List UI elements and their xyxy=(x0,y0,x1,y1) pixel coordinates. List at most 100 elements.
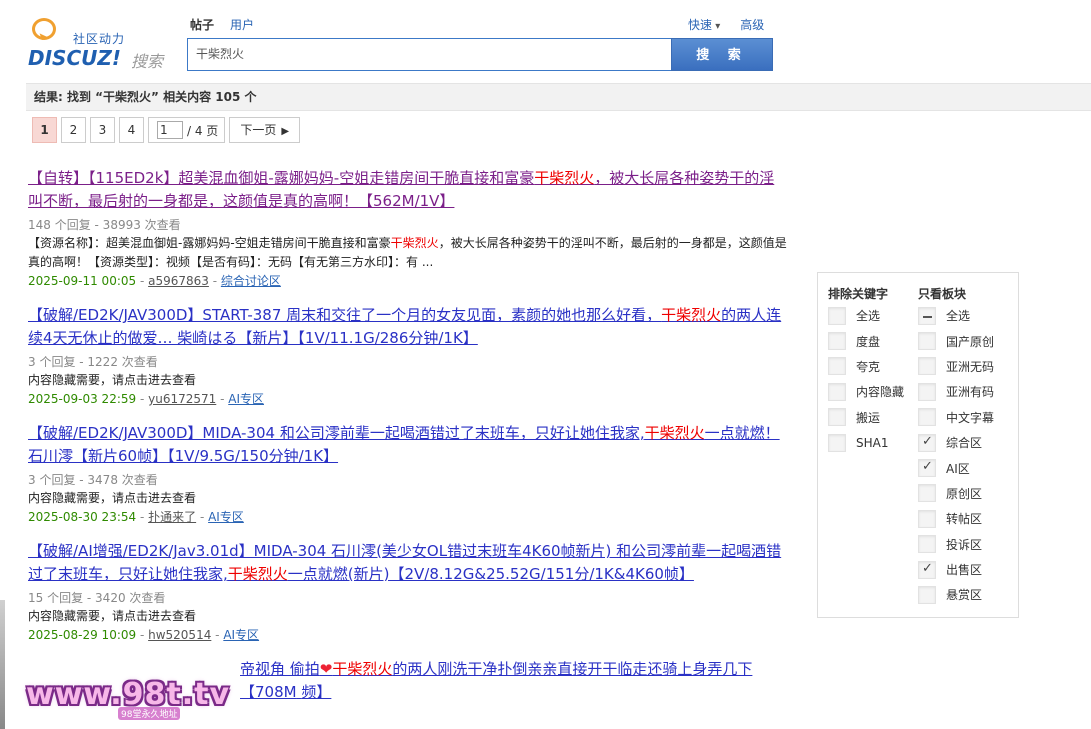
checkbox[interactable] xyxy=(828,357,846,376)
search-options: 快速 高级 xyxy=(688,16,764,33)
tab-users[interactable]: 用户 xyxy=(230,16,254,33)
title-highlight: 干柴烈火 xyxy=(534,169,595,187)
desc-text: 【资源名称】：超美混血御姐-露娜妈妈-空姐走错房间干脆直接和富豪 xyxy=(28,236,391,250)
checkbox[interactable] xyxy=(918,332,936,351)
forum-option[interactable]: 全选 xyxy=(918,303,994,328)
tab-posts[interactable]: 帖子 xyxy=(190,16,214,33)
forum-option[interactable]: AI区 xyxy=(918,455,994,480)
result-title[interactable]: 【破解/ED2K/JAV300D】MIDA-304 和公司澪前辈一起喝酒错过了末… xyxy=(28,422,788,468)
checkbox[interactable] xyxy=(918,408,936,427)
option-label: 度盘 xyxy=(856,334,881,349)
only-forums-column: 只看板块 全选国产原创亚洲无码亚洲有码中文字幕综合区 AI区原创区转帖区投诉区出售… xyxy=(918,285,994,608)
author-link[interactable]: a5967863 xyxy=(148,274,209,288)
option-label: 全选 xyxy=(946,309,971,324)
site-logo[interactable]: 社区动力 DISCUZ! 搜索 xyxy=(28,14,178,71)
result-title[interactable]: 【破解/AI增强/ED2K/Jav3.01d】MIDA-304 石川澪(美少女O… xyxy=(28,540,788,586)
option-label: 原创区 xyxy=(946,486,983,501)
checkbox[interactable] xyxy=(828,306,846,325)
result-title[interactable]: 【自转】【115ED2k】超美混血御姐-露娜妈妈-空姐走错房间干脆直接和富豪干柴… xyxy=(28,167,788,213)
page-1-button[interactable]: 1 xyxy=(32,117,57,143)
result-description: 【资源名称】：超美混血御姐-露娜妈妈-空姐走错房间干脆直接和富豪干柴烈火，被大长… xyxy=(28,234,788,272)
title-highlight: 干柴烈火 xyxy=(332,660,393,678)
option-label: 转帖区 xyxy=(946,512,983,527)
option-label: 内容隐藏 xyxy=(856,385,905,400)
page-2-button[interactable]: 2 xyxy=(61,117,86,143)
heart-icon: ❤ xyxy=(319,660,333,678)
checkbox[interactable] xyxy=(828,433,846,452)
exclude-keywords-column: 排除关键字 全选度盘夸克内容隐藏搬运 SHA1 xyxy=(828,285,904,455)
checkbox[interactable] xyxy=(828,408,846,427)
quick-search-dropdown[interactable]: 快速 xyxy=(688,16,720,33)
forum-link[interactable]: 综合讨论区 xyxy=(221,274,281,288)
result-description: 内容隐藏需要，请点击进去查看 xyxy=(28,373,197,387)
checkbox[interactable] xyxy=(918,306,936,325)
page-4-button[interactable]: 4 xyxy=(119,117,144,143)
advanced-search-link[interactable]: 高级 xyxy=(740,16,764,33)
forum-option[interactable]: 原创区 xyxy=(918,481,994,506)
checkbox[interactable] xyxy=(918,585,936,604)
option-label: 亚洲无码 xyxy=(946,359,995,374)
option-label: SHA1 xyxy=(856,435,889,450)
forum-option[interactable]: 投诉区 xyxy=(918,532,994,557)
option-label: 出售区 xyxy=(946,563,983,578)
author-link[interactable]: yu6172571 xyxy=(148,392,216,406)
forum-option[interactable]: 综合区 xyxy=(918,430,994,455)
exclude-option[interactable]: 度盘 xyxy=(828,328,904,353)
option-label: 中文字幕 xyxy=(946,410,995,425)
page-jump-input[interactable]: 1 xyxy=(157,121,183,139)
checkbox[interactable] xyxy=(918,382,936,401)
forum-option[interactable]: 转帖区 xyxy=(918,506,994,531)
title-highlight: 干柴烈火 xyxy=(661,306,722,324)
page-3-button[interactable]: 3 xyxy=(90,117,115,143)
title-text: 频】 xyxy=(301,683,332,701)
page-total: / 4 页 xyxy=(187,123,219,138)
result-title[interactable]: 帝视角 偷拍❤干柴烈火的两人刚洗干净扑倒亲亲直接开干临走还骑上身弄几下【708M… xyxy=(240,658,788,704)
forum-option[interactable]: 悬赏区 xyxy=(918,582,994,607)
result-item: 【破解/ED2K/JAV300D】MIDA-304 和公司澪前辈一起喝酒错过了末… xyxy=(28,422,788,526)
post-date: 2025-09-11 00:05 xyxy=(28,274,137,288)
forum-link[interactable]: AI专区 xyxy=(208,510,244,524)
only-forums-header: 只看板块 xyxy=(918,287,967,301)
title-text: 【破解/ED2K/JAV300D】START-387 周末和交往了一个月的女友见… xyxy=(28,306,662,324)
author-link[interactable]: 扑通来了 xyxy=(148,510,196,524)
result-item: 【破解/AI增强/ED2K/Jav3.01d】MIDA-304 石川澪(美少女O… xyxy=(28,540,788,644)
window-edge xyxy=(0,600,5,729)
search-input[interactable]: 干柴烈火 xyxy=(187,38,671,71)
forum-link[interactable]: AI专区 xyxy=(228,392,264,406)
exclude-option[interactable]: 全选 xyxy=(828,303,904,328)
search-button[interactable]: 搜 索 xyxy=(671,38,773,71)
forum-option[interactable]: 中文字幕 xyxy=(918,405,994,430)
checkbox[interactable] xyxy=(918,484,936,503)
checkbox[interactable] xyxy=(918,535,936,554)
result-footer: 2025-09-11 00:05 - a5967863 - 综合讨论区 xyxy=(28,274,281,288)
next-page-button[interactable]: 下一页 ▶ xyxy=(229,117,301,143)
checkbox[interactable] xyxy=(918,433,936,452)
desc-highlight: 干柴烈火 xyxy=(390,236,439,250)
exclude-option[interactable]: 内容隐藏 xyxy=(828,379,904,404)
result-summary: 结果: 找到 “干柴烈火” 相关内容 105 个 xyxy=(26,83,1091,111)
author-link[interactable]: hw520514 xyxy=(148,628,211,642)
watermark-subtext: 98堂永久地址 xyxy=(118,707,181,720)
exclude-option[interactable]: 搬运 xyxy=(828,405,904,430)
checkbox[interactable] xyxy=(918,560,936,579)
logo-bubble-icon xyxy=(32,18,56,40)
checkbox[interactable] xyxy=(828,382,846,401)
exclude-option[interactable]: SHA1 xyxy=(828,430,904,455)
forum-option[interactable]: 亚洲无码 xyxy=(918,354,994,379)
forum-option[interactable]: 出售区 xyxy=(918,557,994,582)
exclude-option[interactable]: 夸克 xyxy=(828,354,904,379)
option-label: 综合区 xyxy=(946,436,983,451)
result-item: 【破解/ED2K/JAV300D】START-387 周末和交往了一个月的女友见… xyxy=(28,304,788,408)
checkbox[interactable] xyxy=(918,459,936,478)
forum-option[interactable]: 亚洲有码 xyxy=(918,379,994,404)
checkbox[interactable] xyxy=(918,509,936,528)
search-results: 【自转】【115ED2k】超美混血御姐-露娜妈妈-空姐走错房间干脆直接和富豪干柴… xyxy=(28,167,788,718)
pagination: 1 2 3 4 1 / 4 页 下一页 ▶ xyxy=(32,117,301,143)
checkbox[interactable] xyxy=(828,332,846,351)
result-title[interactable]: 【破解/ED2K/JAV300D】START-387 周末和交往了一个月的女友见… xyxy=(28,304,788,350)
logo-wordmark: DISCUZ! xyxy=(28,46,121,70)
checkbox[interactable] xyxy=(918,357,936,376)
exclude-keywords-header: 排除关键字 xyxy=(828,287,889,301)
forum-option[interactable]: 国产原创 xyxy=(918,328,994,353)
forum-link[interactable]: AI专区 xyxy=(223,628,259,642)
